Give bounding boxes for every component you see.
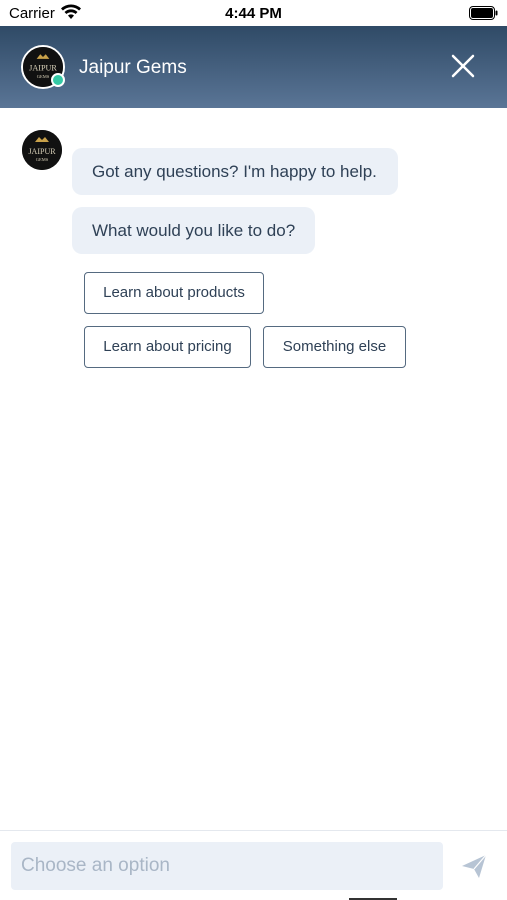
bot-message: What would you like to do? — [72, 207, 315, 254]
option-learn-about-pricing-button[interactable]: Learn about pricing — [84, 326, 251, 368]
option-learn-about-products-button[interactable]: Learn about products — [84, 272, 264, 314]
battery-icon — [469, 6, 498, 20]
message-input[interactable] — [11, 842, 443, 890]
jaipur-gems-logo: JAIPUR GEMS — [22, 130, 62, 170]
svg-text:JAIPUR: JAIPUR — [28, 147, 56, 156]
conversation-area: JAIPUR GEMS Got any questions? I'm happy… — [0, 108, 507, 830]
option-something-else-button[interactable]: Something else — [263, 326, 406, 368]
bot-message: Got any questions? I'm happy to help. — [72, 148, 398, 195]
chat-title: Jaipur Gems — [79, 57, 187, 78]
chat-header: JAIPUR GEMS Jaipur Gems — [0, 26, 507, 108]
status-bar: Carrier 4:44 PM — [0, 0, 507, 26]
send-button[interactable] — [459, 851, 489, 881]
close-icon — [451, 54, 475, 78]
svg-text:GEMS: GEMS — [37, 74, 50, 79]
svg-text:GEMS: GEMS — [36, 157, 49, 162]
online-status-indicator — [51, 73, 65, 87]
status-time: 4:44 PM — [225, 5, 282, 22]
svg-text:JAIPUR: JAIPUR — [29, 64, 57, 73]
bot-avatar: JAIPUR GEMS — [22, 130, 62, 170]
message-composer — [0, 830, 507, 900]
close-button[interactable] — [445, 48, 481, 84]
send-icon — [462, 854, 487, 878]
